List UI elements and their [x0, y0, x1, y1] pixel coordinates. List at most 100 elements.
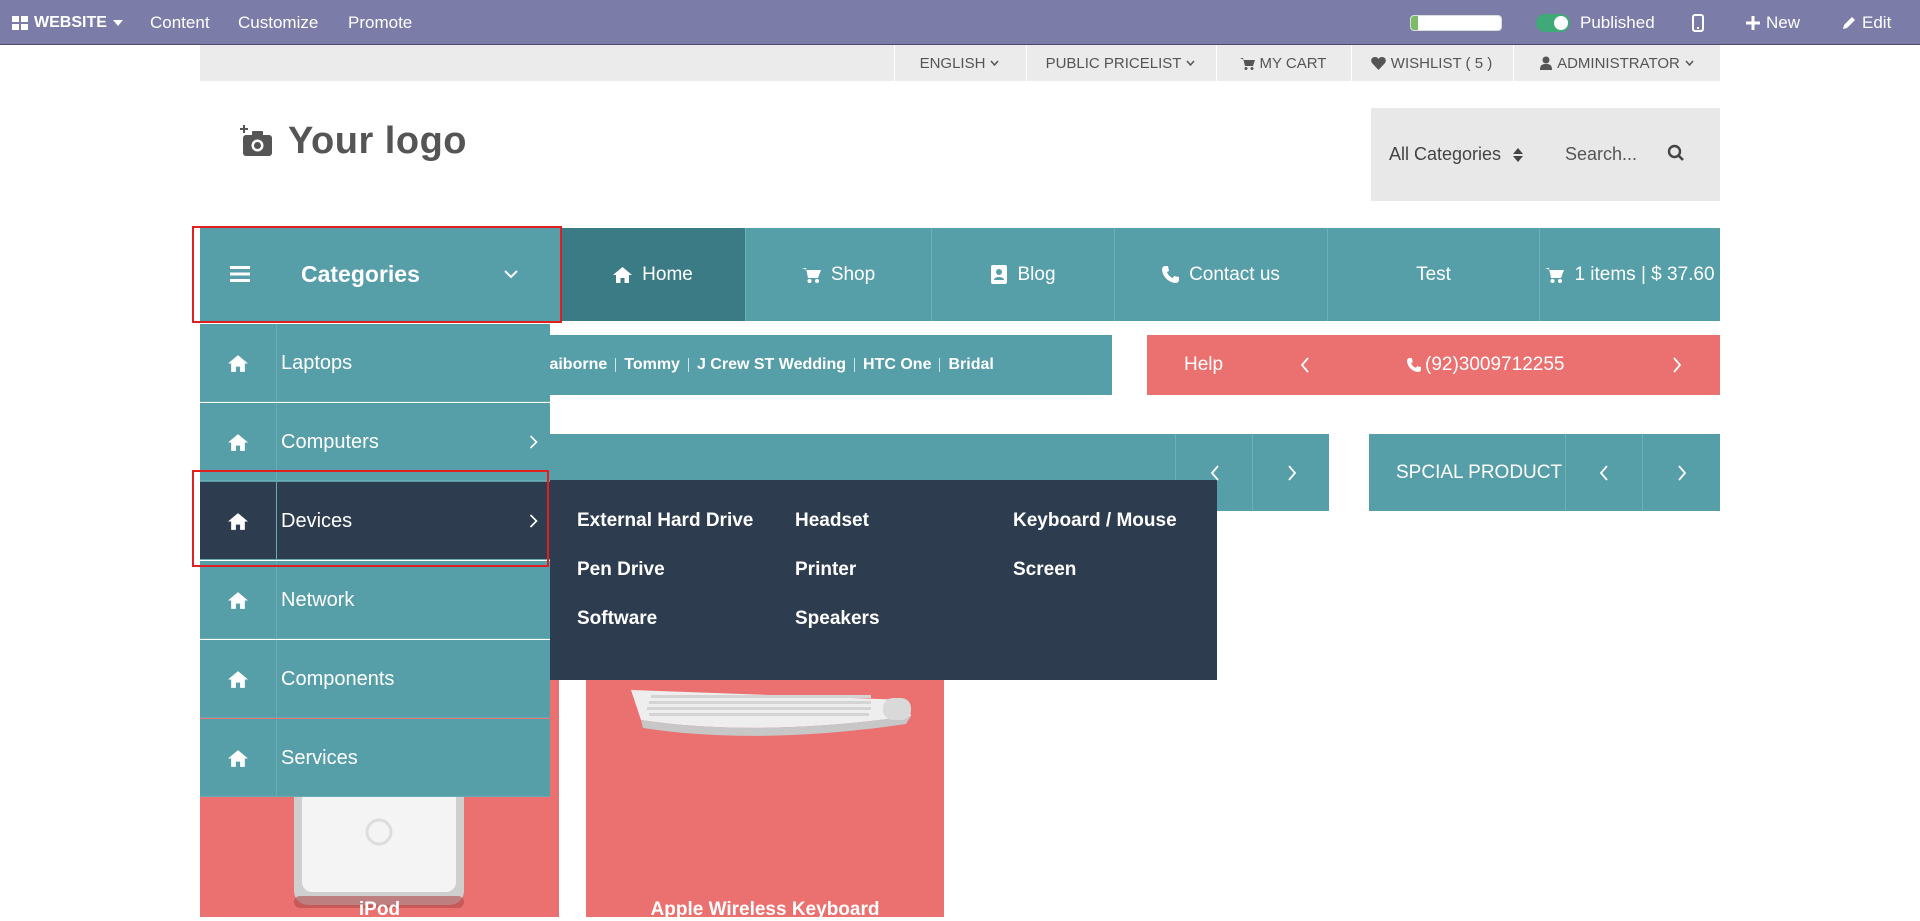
- product-name[interactable]: Apple Wireless Keyboard: [586, 899, 944, 921]
- chevron-left-icon: [1210, 465, 1219, 481]
- submenu-item[interactable]: Pen Drive: [577, 559, 665, 581]
- nav-home[interactable]: Home: [561, 228, 746, 321]
- wishlist-label: WISHLIST ( 5 ): [1390, 54, 1493, 72]
- sort-arrows-icon: [1513, 147, 1524, 162]
- special-product-header: SPCIAL PRODUCT: [1369, 434, 1720, 511]
- home-icon: [228, 749, 248, 767]
- new-button[interactable]: New: [1746, 0, 1800, 45]
- apps-grid-icon: [12, 15, 28, 30]
- content-menu[interactable]: Content: [150, 0, 210, 45]
- category-label: Network: [281, 588, 355, 611]
- submenu-item[interactable]: Keyboard / Mouse: [1013, 510, 1177, 532]
- tag-list: laiborne Tommy J Crew ST Wedding HTC One Bri…: [545, 335, 994, 395]
- chevron-down-icon: [1186, 60, 1196, 66]
- category-icon: [200, 640, 277, 718]
- submenu-item[interactable]: External Hard Drive: [577, 510, 753, 532]
- product-card-keyboard[interactable]: Apple Wireless Keyboard: [586, 640, 944, 920]
- address-book-icon: [991, 265, 1008, 284]
- published-label: Published: [1580, 12, 1655, 32]
- nav-home-label: Home: [642, 263, 693, 285]
- special-prev-button[interactable]: [1565, 434, 1642, 511]
- section-next-button[interactable]: [1252, 434, 1329, 511]
- chevron-left-icon: [1599, 465, 1608, 481]
- heart-icon: [1370, 56, 1386, 70]
- home-icon: [228, 591, 248, 609]
- submenu-item[interactable]: Software: [577, 608, 657, 630]
- chevron-right-icon: [529, 435, 538, 449]
- chevron-right-icon: [1678, 465, 1687, 481]
- mobile-preview-button[interactable]: [1692, 0, 1704, 45]
- category-item-network[interactable]: Network: [200, 561, 550, 639]
- help-phone[interactable]: (92)3009712255: [1407, 335, 1564, 395]
- cart-icon: [1239, 57, 1255, 70]
- nav-contact[interactable]: Contact us: [1115, 228, 1328, 321]
- nav-shop-label: Shop: [830, 263, 876, 285]
- ipod-image: [294, 790, 464, 908]
- chevron-right-icon: [1288, 465, 1297, 481]
- mobile-icon: [1692, 13, 1704, 32]
- caret-down-icon: [112, 19, 123, 26]
- chevron-down-icon: [990, 60, 999, 66]
- tag-separator: [939, 358, 941, 372]
- help-phone-number: (92)3009712255: [1425, 354, 1565, 375]
- category-item-laptops[interactable]: Laptops: [200, 324, 550, 402]
- product-name[interactable]: iPod: [200, 899, 559, 921]
- nav-blog[interactable]: Blog: [932, 228, 1115, 321]
- chevron-down-icon: [1685, 60, 1694, 66]
- special-next-button[interactable]: [1642, 434, 1720, 511]
- tag-link[interactable]: HTC One: [863, 356, 931, 374]
- help-bar: Help (92)3009712255: [1147, 335, 1720, 395]
- tag-link[interactable]: Tommy: [624, 356, 680, 374]
- submenu-item[interactable]: Headset: [795, 510, 869, 532]
- tag-link[interactable]: J Crew ST Wedding: [697, 356, 846, 374]
- tag-link[interactable]: laiborne: [545, 356, 607, 374]
- seo-progress[interactable]: [1410, 0, 1502, 45]
- user-label: ADMINISTRATOR: [1557, 54, 1680, 72]
- category-select[interactable]: All Categories: [1389, 108, 1524, 201]
- admin-bar: WEBSITE Content Customize Promote Publis…: [0, 0, 1920, 45]
- special-product-label: SPCIAL PRODUCT: [1396, 461, 1563, 483]
- edit-button[interactable]: Edit: [1842, 0, 1891, 45]
- site-logo[interactable]: Your logo: [240, 120, 467, 163]
- content-menu-label: Content: [150, 12, 210, 32]
- submenu-item[interactable]: Printer: [795, 559, 856, 581]
- chevron-left-icon[interactable]: [1300, 357, 1310, 373]
- user-menu[interactable]: ADMINISTRATOR: [1513, 45, 1720, 81]
- progress-bar: [1410, 14, 1502, 31]
- category-label: Services: [281, 746, 358, 769]
- category-label: Components: [281, 667, 395, 690]
- customize-menu-label: Customize: [238, 12, 319, 32]
- tag-link[interactable]: Bridal: [948, 356, 993, 374]
- logo-text: Your logo: [288, 120, 467, 162]
- publish-toggle[interactable]: Published: [1536, 0, 1655, 45]
- customize-menu[interactable]: Customize: [238, 0, 318, 45]
- search-placeholder: Search...: [1565, 144, 1638, 164]
- nav-shop[interactable]: Shop: [746, 228, 932, 321]
- category-item-components[interactable]: Components: [200, 640, 550, 718]
- my-cart-link[interactable]: MY CART: [1216, 45, 1349, 81]
- home-icon: [228, 354, 248, 372]
- pricelist-label: PUBLIC PRICELIST: [1045, 54, 1182, 72]
- category-item-services[interactable]: Services: [200, 719, 550, 797]
- search-input[interactable]: Search...: [1565, 108, 1665, 201]
- search-button[interactable]: [1667, 144, 1685, 162]
- chevron-right-icon[interactable]: [1672, 357, 1682, 373]
- nav-test[interactable]: Test: [1328, 228, 1540, 321]
- home-icon: [228, 670, 248, 688]
- promote-menu[interactable]: Promote: [348, 0, 412, 45]
- wishlist-link[interactable]: WISHLIST ( 5 ): [1351, 45, 1511, 81]
- highlight-box-categories: [192, 226, 562, 323]
- pricelist-selector[interactable]: PUBLIC PRICELIST: [1026, 45, 1214, 81]
- language-selector[interactable]: ENGLISH: [894, 45, 1024, 81]
- phone-icon: [1407, 358, 1421, 372]
- category-icon: [200, 324, 277, 402]
- category-select-label: All Categories: [1389, 144, 1502, 164]
- plus-icon: [1746, 15, 1760, 30]
- website-menu[interactable]: WEBSITE: [12, 0, 123, 45]
- nav-cart-summary[interactable]: 1 items | $ 37.60: [1540, 228, 1720, 321]
- toggle-switch[interactable]: [1536, 13, 1570, 32]
- submenu-item[interactable]: Speakers: [795, 608, 880, 630]
- help-label: Help: [1184, 354, 1224, 375]
- submenu-item[interactable]: Screen: [1013, 559, 1076, 581]
- nav-blog-label: Blog: [1017, 263, 1056, 285]
